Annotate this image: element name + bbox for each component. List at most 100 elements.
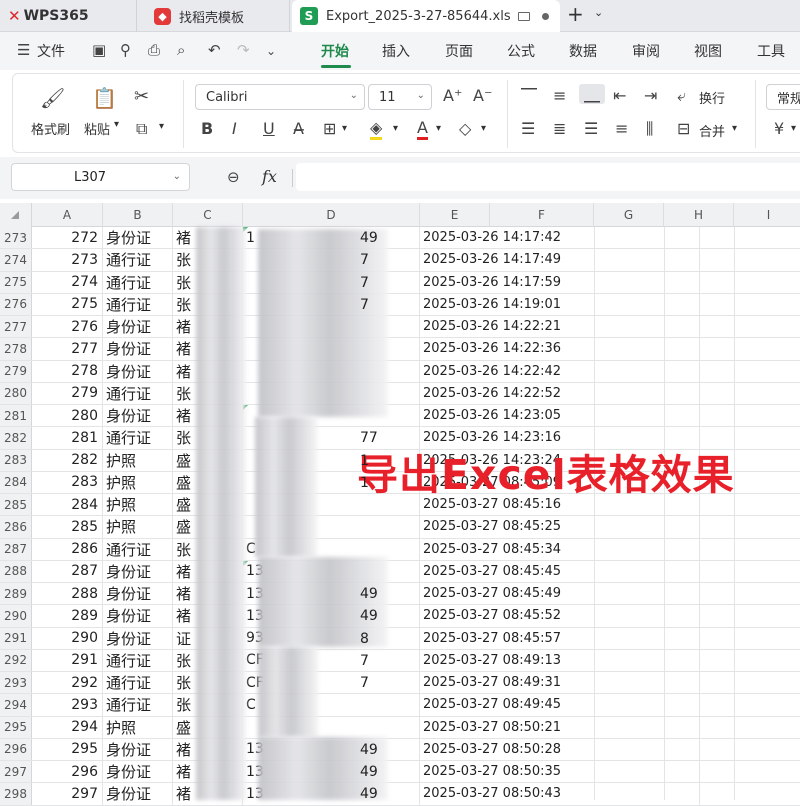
- row-number[interactable]: 298: [0, 783, 32, 805]
- zoom-icon[interactable]: ⊖: [227, 168, 240, 186]
- cell-id-type[interactable]: 通行证: [103, 427, 173, 449]
- cell-timestamp[interactable]: 2025-03-27 08:45:52: [420, 605, 700, 627]
- menu-home[interactable]: 开始: [321, 41, 349, 61]
- cell-empty[interactable]: [700, 227, 800, 248]
- cell-index[interactable]: 283: [32, 471, 103, 493]
- align-bottom-icon[interactable]: ⎽: [579, 84, 606, 104]
- cell-timestamp[interactable]: 2025-03-27 08:50:21: [420, 716, 700, 738]
- redo-icon[interactable]: ↷: [237, 41, 250, 59]
- font-color-icon[interactable]: A: [417, 118, 428, 140]
- merge-button[interactable]: 合并: [699, 121, 725, 140]
- cell-timestamp[interactable]: 2025-03-26 14:22:42: [420, 360, 700, 382]
- cell-id-type[interactable]: 通行证: [103, 649, 173, 671]
- cell-id-type[interactable]: 护照: [103, 516, 173, 538]
- row-number[interactable]: 287: [0, 538, 32, 560]
- row-number[interactable]: 276: [0, 293, 32, 315]
- eraser-icon[interactable]: ◇: [459, 119, 471, 138]
- cell-timestamp[interactable]: 2025-03-27 08:45:34: [420, 538, 700, 560]
- italic-button[interactable]: I: [232, 119, 237, 138]
- cell-timestamp[interactable]: 2025-03-26 14:22:52: [420, 382, 700, 404]
- cell-empty[interactable]: [700, 383, 800, 404]
- cell-id-type[interactable]: 身份证: [103, 761, 173, 783]
- hamburger-icon[interactable]: ☰: [17, 41, 30, 59]
- align-right-icon[interactable]: ☰: [584, 119, 598, 138]
- row-number[interactable]: 288: [0, 560, 32, 582]
- wrap-text-button[interactable]: 换行: [699, 88, 725, 107]
- merge-icon[interactable]: ⊟: [677, 119, 690, 138]
- chevron-down-icon[interactable]: ⌄: [594, 6, 603, 19]
- align-middle-icon[interactable]: ≡: [553, 86, 566, 105]
- name-box[interactable]: L307 ⌄: [11, 163, 190, 191]
- cell-empty[interactable]: [700, 405, 800, 426]
- font-name-select[interactable]: Calibri ⌄: [195, 84, 365, 110]
- paste-button[interactable]: 粘贴: [84, 119, 110, 138]
- row-number[interactable]: 277: [0, 316, 32, 338]
- column-header-h[interactable]: H: [664, 203, 734, 227]
- column-header-c[interactable]: C: [173, 203, 243, 227]
- cell-index[interactable]: 273: [32, 249, 103, 271]
- print-preview-icon[interactable]: ⌕: [177, 41, 185, 59]
- cell-index[interactable]: 282: [32, 449, 103, 471]
- fx-icon[interactable]: fx: [262, 167, 277, 186]
- row-number[interactable]: 280: [0, 382, 32, 404]
- row-number[interactable]: 290: [0, 605, 32, 627]
- row-number[interactable]: 286: [0, 516, 32, 538]
- currency-chevron-icon[interactable]: ▾: [791, 123, 796, 134]
- cell-id-type[interactable]: 身份证: [103, 738, 173, 760]
- cell-index[interactable]: 287: [32, 560, 103, 582]
- align-top-icon[interactable]: ⎺: [521, 86, 537, 106]
- bold-button[interactable]: B: [201, 119, 213, 138]
- cell-index[interactable]: 275: [32, 293, 103, 315]
- cell-empty[interactable]: [700, 783, 800, 804]
- cell-timestamp[interactable]: 2025-03-27 08:45:45: [420, 560, 700, 582]
- tab-file[interactable]: S Export_2025-3-27-85644.xls: [292, 0, 560, 32]
- row-number[interactable]: 279: [0, 360, 32, 382]
- align-left-icon[interactable]: ☰: [521, 119, 535, 138]
- cell-timestamp[interactable]: 2025-03-27 08:49:13: [420, 649, 700, 671]
- cell-timestamp[interactable]: 2025-03-26 14:17:49: [420, 249, 700, 271]
- row-number[interactable]: 285: [0, 494, 32, 516]
- row-number[interactable]: 295: [0, 716, 32, 738]
- row-number[interactable]: 278: [0, 338, 32, 360]
- row-number[interactable]: 296: [0, 738, 32, 760]
- cell-id-type[interactable]: 通行证: [103, 271, 173, 293]
- cut-icon[interactable]: ✂: [134, 86, 149, 107]
- cell-index[interactable]: 296: [32, 761, 103, 783]
- cell-empty[interactable]: [700, 605, 800, 626]
- cell-empty[interactable]: [700, 249, 800, 270]
- cell-id-type[interactable]: 通行证: [103, 249, 173, 271]
- paste-chevron-icon[interactable]: ▾: [114, 119, 119, 130]
- menu-review[interactable]: 审阅: [632, 41, 660, 61]
- cell-id-type[interactable]: 身份证: [103, 405, 173, 427]
- row-number[interactable]: 284: [0, 471, 32, 493]
- cell-timestamp[interactable]: 2025-03-27 08:49:45: [420, 694, 700, 716]
- number-format-select[interactable]: 常规: [766, 84, 800, 110]
- cell-timestamp[interactable]: 2025-03-27 08:49:31: [420, 672, 700, 694]
- cell-index[interactable]: 294: [32, 716, 103, 738]
- menu-formula[interactable]: 公式: [507, 41, 535, 61]
- cell-timestamp[interactable]: 2025-03-27 08:50:43: [420, 783, 700, 805]
- row-number[interactable]: 274: [0, 249, 32, 271]
- column-header-f[interactable]: F: [490, 203, 594, 227]
- save-icon[interactable]: ▣: [92, 41, 106, 59]
- cell-empty[interactable]: [700, 583, 800, 604]
- cell-id-type[interactable]: 护照: [103, 494, 173, 516]
- cell-id-type[interactable]: 通行证: [103, 672, 173, 694]
- fill-color-chevron-icon[interactable]: ▾: [393, 123, 398, 134]
- currency-icon[interactable]: ¥: [774, 119, 784, 138]
- column-header-a[interactable]: A: [32, 203, 103, 227]
- cell-timestamp[interactable]: 2025-03-26 14:22:36: [420, 338, 700, 360]
- cell-id-type[interactable]: 通行证: [103, 694, 173, 716]
- cell-index[interactable]: 284: [32, 494, 103, 516]
- cell-index[interactable]: 278: [32, 360, 103, 382]
- menu-file[interactable]: 文件: [37, 41, 65, 61]
- cell-timestamp[interactable]: 2025-03-26 14:19:01: [420, 293, 700, 315]
- unsaved-dot-icon[interactable]: [542, 12, 549, 20]
- eraser-chevron-icon[interactable]: ▾: [481, 123, 486, 134]
- cell-id-type[interactable]: 通行证: [103, 382, 173, 404]
- menu-page[interactable]: 页面: [445, 41, 473, 61]
- wrap-text-icon[interactable]: ⤶: [677, 86, 686, 106]
- cell-timestamp[interactable]: 2025-03-27 08:50:28: [420, 738, 700, 760]
- indent-decrease-icon[interactable]: ⇤: [613, 86, 626, 105]
- cell-id-type[interactable]: 身份证: [103, 316, 173, 338]
